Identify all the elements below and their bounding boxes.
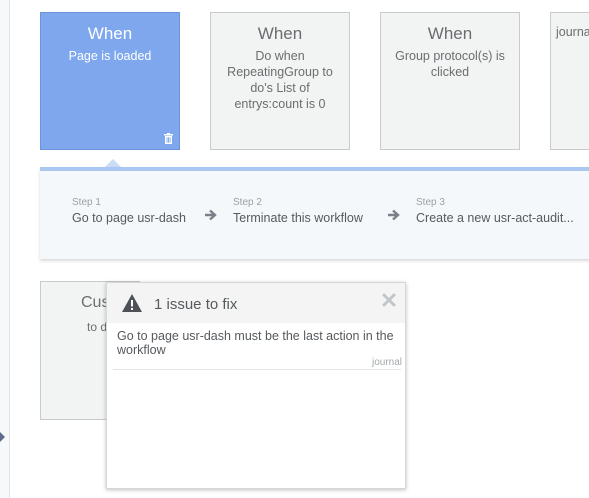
step-1[interactable]: Step 1 Go to page usr-dash <box>72 197 186 226</box>
step-number: Step 2 <box>233 197 262 208</box>
step-label: Create a new usr-act-audit... <box>416 211 574 225</box>
step-label: Go to page usr-dash <box>72 211 186 225</box>
step-3[interactable]: Step 3 Create a new usr-act-audit... <box>416 197 574 226</box>
issues-title: 1 issue to fix <box>154 296 238 313</box>
step-2[interactable]: Step 2 Terminate this workflow <box>233 197 363 226</box>
issue-source: journal <box>371 357 402 368</box>
step-label: Terminate this workflow <box>233 211 363 225</box>
event-title: When <box>257 24 303 43</box>
arrow-right-icon <box>388 209 400 221</box>
warning-icon <box>122 294 142 312</box>
left-rail <box>0 0 10 498</box>
close-icon[interactable] <box>381 292 397 308</box>
event-title: When <box>427 24 473 43</box>
event-description: journa <box>556 25 589 39</box>
workflow-steps-bar: Step 1 Go to page usr-dash Step 2 Termin… <box>40 167 589 259</box>
event-description: Group protocol(s) is clicked <box>395 49 505 79</box>
event-title: When <box>87 24 133 43</box>
event-card-repeating-group[interactable]: When Do when RepeatingGroup to do's List… <box>210 12 350 150</box>
step-number: Step 1 <box>72 197 101 208</box>
step-number: Step 3 <box>416 197 445 208</box>
event-description: Page is loaded <box>68 49 152 63</box>
event-description: to d <box>87 320 108 334</box>
trash-icon[interactable] <box>164 133 173 144</box>
event-card-journal[interactable]: journa <box>550 12 589 150</box>
expand-arrow-icon[interactable] <box>0 432 5 442</box>
issues-panel: 1 issue to fix Go to page usr-dash must … <box>106 282 406 489</box>
arrow-right-icon <box>205 209 217 221</box>
event-description: Do when RepeatingGroup to do's List of e… <box>227 49 333 111</box>
issue-message[interactable]: Go to page usr-dash must be the last act… <box>117 329 403 357</box>
divider <box>113 369 401 370</box>
workflow-editor: When Page is loaded When Do when Repeati… <box>0 0 589 498</box>
event-card-group-protocol[interactable]: When Group protocol(s) is clicked <box>380 12 520 150</box>
issues-header: 1 issue to fix <box>107 283 405 323</box>
event-card-page-loaded[interactable]: When Page is loaded <box>40 12 180 150</box>
